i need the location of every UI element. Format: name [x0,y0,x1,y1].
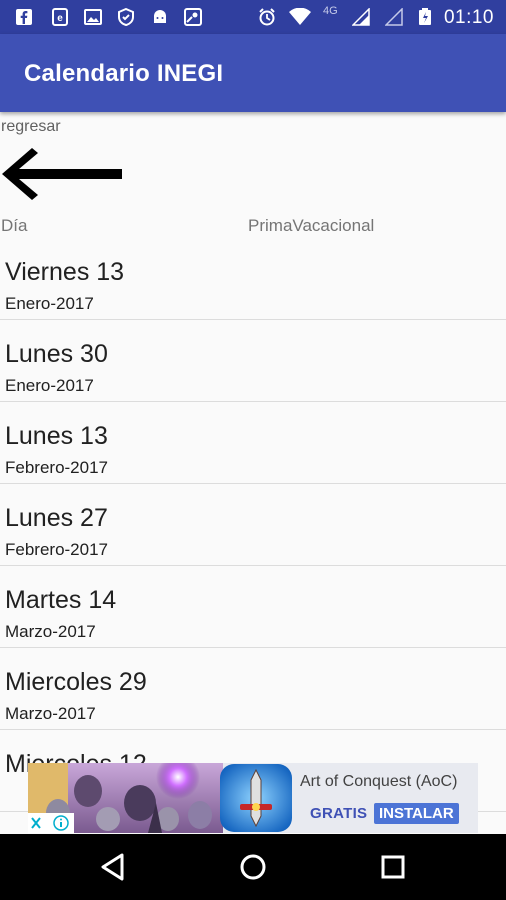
ad-price-label: GRATIS [310,805,368,822]
navigation-bar [0,834,506,900]
ad-app-icon [220,764,292,832]
item-month: Marzo-2017 [5,622,96,641]
list-item[interactable]: Lunes 13 Febrero-2017 [0,402,506,484]
back-arrow-icon[interactable] [2,146,122,202]
list-item[interactable]: Lunes 27 Febrero-2017 [0,484,506,566]
list-item[interactable]: Miercoles 29 Marzo-2017 [0,648,506,730]
item-day: Lunes 27 [5,504,108,532]
app-bar: Calendario INEGI [0,34,506,112]
item-day: Lunes 13 [5,422,108,450]
item-month: Enero-2017 [5,376,94,395]
item-day: Viernes 13 [5,258,125,286]
network-type: 4G [323,5,338,17]
date-list: Viernes 13 Enero-2017 Lunes 30 Enero-201… [0,238,506,812]
home-icon[interactable] [238,852,268,882]
content: regresar Día PrimaVacacional Viernes 13 … [0,112,506,833]
item-day: Lunes 30 [5,340,108,368]
item-month: Febrero-2017 [5,458,109,477]
ebay-icon: e [52,8,68,26]
list-item[interactable]: Viernes 13 Enero-2017 [0,238,506,320]
ad-banner[interactable]: Art of Conquest (AoC) GRATIS INSTALAR [28,763,478,833]
column-header-dia: Día [1,216,28,235]
back-label: regresar [1,118,61,135]
app-title: Calendario INEGI [24,60,224,87]
ad-install-button[interactable]: INSTALAR [374,803,459,824]
item-month: Enero-2017 [5,294,94,313]
shield-icon [118,8,134,26]
signal-empty-icon [385,8,403,26]
clock: 01:10 [443,7,494,28]
recents-icon[interactable] [378,852,408,882]
item-month: Marzo-2017 [5,704,96,723]
facebook-icon [16,9,32,25]
alarm-icon [259,8,275,26]
list-item[interactable]: Martes 14 Marzo-2017 [0,566,506,648]
item-day: Martes 14 [5,586,117,614]
list-item[interactable]: Lunes 30 Enero-2017 [0,320,506,402]
column-header-prima: PrimaVacacional [248,216,375,235]
adchoices-icon[interactable] [28,813,74,833]
battery-icon [419,8,431,25]
item-month: Febrero-2017 [5,540,109,559]
item-day: Miercoles 29 [5,668,147,696]
back-icon[interactable] [98,852,128,882]
status-bar: e 4G 01:10 [0,0,506,34]
wifi-icon [289,8,311,25]
image-icon [84,9,102,25]
ad-title: Art of Conquest (AoC) [300,773,458,790]
svg-text:e: e [57,13,63,24]
maps-icon [184,8,202,26]
signal-icon [352,8,370,26]
android-icon [154,10,166,23]
